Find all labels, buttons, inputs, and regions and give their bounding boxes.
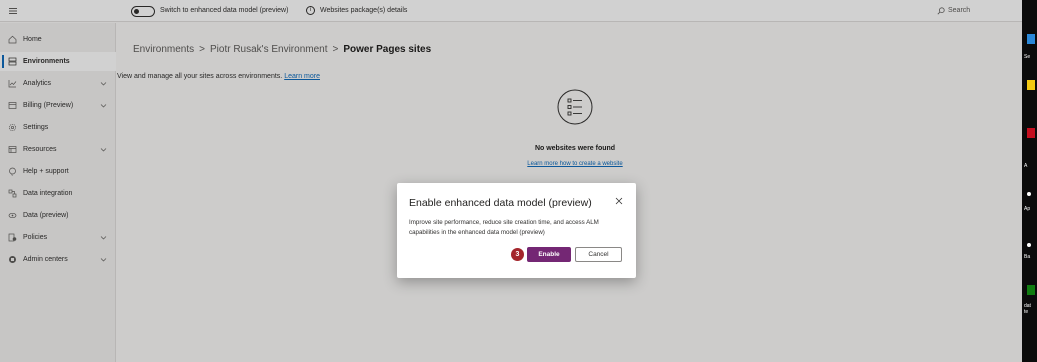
step-badge: 3 <box>511 248 524 261</box>
desktop-app-icon[interactable] <box>1027 243 1031 247</box>
desktop-label: Ap <box>1024 206 1031 212</box>
power-platform-admin-window: Switch to enhanced data model (preview) … <box>0 0 1022 362</box>
close-icon[interactable] <box>614 196 624 206</box>
desktop-app-icon[interactable] <box>1027 34 1035 44</box>
desktop-app-icon[interactable] <box>1027 128 1035 138</box>
desktop-label: Ba <box>1024 254 1031 260</box>
dialog-body: Improve site performance, reduce site cr… <box>409 219 599 236</box>
dialog-title: Enable enhanced data model (preview) <box>409 197 592 209</box>
modal-overlay <box>0 0 1022 362</box>
cancel-button[interactable]: Cancel <box>575 247 622 262</box>
desktop-label: Se <box>1024 54 1031 60</box>
desktop-app-icon[interactable] <box>1027 80 1035 90</box>
desktop-label: dat te <box>1024 303 1031 315</box>
enable-button[interactable]: Enable <box>527 247 571 262</box>
desktop-edge: Se A Ap Ba dat te <box>1022 0 1037 362</box>
desktop-label: A <box>1024 163 1028 169</box>
desktop-app-icon[interactable] <box>1027 192 1031 196</box>
enable-enhanced-data-model-dialog: Enable enhanced data model (preview) Imp… <box>397 183 636 278</box>
desktop-app-icon[interactable] <box>1027 285 1035 295</box>
